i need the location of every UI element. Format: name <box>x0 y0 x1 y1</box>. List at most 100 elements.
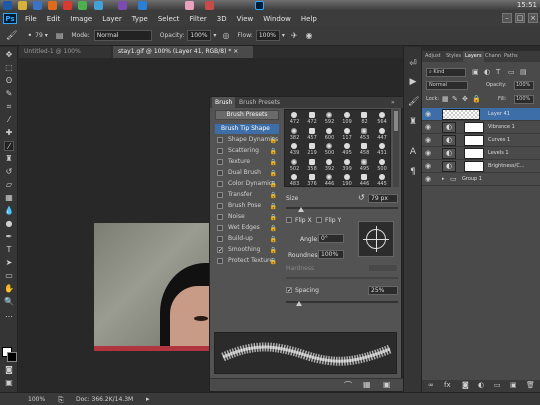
brush-tip[interactable]: 502 <box>286 158 303 173</box>
flip-y-checkbox[interactable] <box>316 217 322 223</box>
brush-tip[interactable]: 495 <box>339 142 356 157</box>
layer-mask-thumbnail[interactable] <box>464 148 484 159</box>
type-tool-icon[interactable]: T <box>4 245 14 255</box>
pressure-opacity-icon[interactable]: ◎ <box>222 31 229 40</box>
menu-3d[interactable]: 3D <box>217 15 227 23</box>
lock-transparent-icon[interactable]: ▦ <box>442 95 449 103</box>
option-checkbox[interactable] <box>217 181 223 187</box>
roundness-field[interactable]: 100% <box>318 250 344 259</box>
brush-tip[interactable]: 472 <box>286 111 303 126</box>
visibility-eye-icon[interactable]: ◉ <box>425 163 433 170</box>
photoshop-task-icon[interactable] <box>255 1 264 10</box>
lasso-tool-icon[interactable]: ʘ <box>4 76 14 86</box>
brush-tip[interactable]: 472 <box>304 111 321 126</box>
menu-select[interactable]: Select <box>158 15 180 23</box>
menu-image[interactable]: Image <box>70 15 92 23</box>
layer-mask-thumbnail[interactable] <box>464 122 484 133</box>
folder-icon[interactable] <box>18 1 27 10</box>
pressure-size-icon[interactable]: ◉ <box>306 31 313 40</box>
flow-field[interactable]: 100% <box>255 30 280 41</box>
path-select-tool-icon[interactable]: ➤ <box>4 258 14 268</box>
brush-grid-scrollbar[interactable] <box>393 109 399 187</box>
visibility-eye-icon[interactable]: ◉ <box>425 111 433 118</box>
crop-tool-icon[interactable]: ⌗ <box>4 102 14 112</box>
lock-icon[interactable]: 🔒 <box>270 191 277 201</box>
eraser-tool-icon[interactable]: ▱ <box>4 180 14 190</box>
actions-panel-icon[interactable]: ▶ <box>408 77 418 87</box>
option-checkbox[interactable] <box>217 148 223 154</box>
eyedropper-tool-icon[interactable]: ⁄ <box>4 115 14 125</box>
option-checkbox[interactable] <box>217 159 223 165</box>
brush-tool-icon[interactable]: ⁄ <box>4 141 14 151</box>
visibility-eye-icon[interactable]: ◉ <box>425 137 433 144</box>
scroll-thumb[interactable] <box>394 111 398 131</box>
angle-field[interactable]: 0° <box>318 234 344 243</box>
tab-layers[interactable]: Layers <box>463 51 484 62</box>
shape-tool-icon[interactable]: ▭ <box>4 271 14 281</box>
menu-layer[interactable]: Layer <box>102 15 122 23</box>
brush-tip-grid[interactable]: 472 472 592 109 82 564 382 457 600 117 453 447 439 21… <box>284 109 391 187</box>
layer-thumbnail[interactable] <box>442 109 480 120</box>
expand-arrow-icon[interactable]: ▸ <box>442 176 445 182</box>
brush-tip[interactable]: 600 <box>321 127 338 142</box>
layer-row[interactable]: ◉ ◐ Levels 1 <box>422 147 540 160</box>
lock-position-icon[interactable]: ✥ <box>462 95 468 103</box>
restore-button[interactable]: □ <box>515 13 525 23</box>
fx-icon[interactable]: fx <box>444 381 451 389</box>
layer-row[interactable]: ◉ ◐ Curves 1 <box>422 134 540 147</box>
app-icon[interactable] <box>94 1 103 10</box>
brush-tip[interactable]: 458 <box>356 142 373 157</box>
chevron-down-icon[interactable]: ▾ <box>282 32 285 39</box>
minimize-button[interactable]: – <box>502 13 512 23</box>
history-brush-tool-icon[interactable]: ↺ <box>4 167 14 177</box>
brush-tip[interactable]: 446 <box>356 173 373 188</box>
app-icon[interactable] <box>138 1 147 10</box>
tab-channels[interactable]: Chann <box>485 51 501 62</box>
brush-option-transfer[interactable]: Transfer 🔒 <box>215 190 279 200</box>
filter-pixel-icon[interactable]: ▣ <box>472 68 479 76</box>
layer-row[interactable]: ◉ ◐ Vibrance 1 <box>422 121 540 134</box>
brush-tip[interactable]: 445 <box>374 173 391 188</box>
angle-roundness-widget[interactable] <box>358 221 394 257</box>
lock-icon[interactable]: 🔒 <box>270 136 277 146</box>
filter-type-icon[interactable]: T <box>496 68 500 76</box>
brush-tip[interactable]: 358 <box>304 158 321 173</box>
quick-mask-icon[interactable]: ◙ <box>4 365 14 375</box>
firefox-icon[interactable] <box>48 1 57 10</box>
app-icon[interactable] <box>205 1 214 10</box>
lock-paint-icon[interactable]: ✎ <box>452 95 458 103</box>
flip-x-checkbox[interactable] <box>286 217 292 223</box>
brush-tip[interactable]: 500 <box>374 158 391 173</box>
visibility-eye-icon[interactable]: ◉ <box>425 176 433 183</box>
blend-mode-select[interactable]: Normal <box>426 81 468 90</box>
tab-paths[interactable]: Paths <box>504 51 518 62</box>
lock-icon[interactable]: 🔒 <box>270 158 277 168</box>
brush-tip[interactable]: 219 <box>304 142 321 157</box>
brush-tip[interactable]: 82 <box>356 111 373 126</box>
doc-tab-stay1[interactable]: stay1.gif @ 100% (Layer 41, RGB/8) * × <box>113 46 253 58</box>
option-checkbox[interactable] <box>217 170 223 176</box>
brush-option-dual-brush[interactable]: Dual Brush 🔒 <box>215 168 279 178</box>
tab-brush[interactable]: Brush <box>212 97 236 108</box>
size-field[interactable]: 79 px <box>368 194 398 203</box>
more-tools-icon[interactable]: … <box>4 310 14 320</box>
lock-all-icon[interactable]: 🔒 <box>472 95 481 103</box>
brush-tip[interactable]: 382 <box>286 127 303 142</box>
hand-tool-icon[interactable]: ✋ <box>4 284 14 294</box>
layer-row[interactable]: ◉ ◐ Brightness/C... <box>422 160 540 173</box>
new-adjustment-icon[interactable]: ◐ <box>478 381 484 389</box>
visibility-eye-icon[interactable]: ◉ <box>425 150 433 157</box>
brush-option-color-dynamics[interactable]: Color Dynamics 🔒 <box>215 179 279 189</box>
link-layers-icon[interactable]: ∞ <box>428 381 434 389</box>
menu-view[interactable]: View <box>237 15 254 23</box>
new-preset-icon[interactable]: ▣ <box>383 380 391 389</box>
doc-tab-untitled[interactable]: Untitled-1 @ 100% (RGB/8) × <box>19 46 111 67</box>
brush-tip[interactable]: 109 <box>339 111 356 126</box>
tab-adjustments[interactable]: Adjust <box>425 51 441 62</box>
option-checkbox[interactable] <box>217 225 223 231</box>
brush-tip[interactable]: 500 <box>321 142 338 157</box>
brush-presets-button[interactable]: Brush Presets <box>215 110 279 120</box>
brush-option-brush-pose[interactable]: Brush Pose 🔒 <box>215 201 279 211</box>
menu-filter[interactable]: Filter <box>189 15 206 23</box>
app-icon[interactable] <box>118 1 127 10</box>
